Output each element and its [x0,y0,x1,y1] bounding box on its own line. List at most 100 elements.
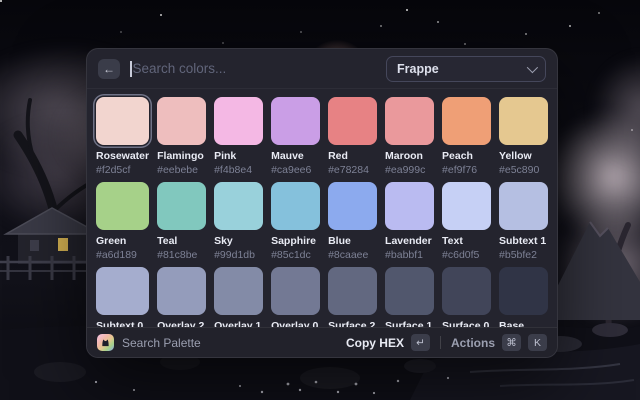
color-swatch[interactable] [442,97,491,145]
color-swatch[interactable] [385,97,434,145]
swatch-name: Flamingo [157,150,206,162]
cat-icon [99,336,112,349]
swatch-cell[interactable]: Red #e78284 [328,97,377,176]
swatch-cell[interactable]: Teal #81c8be [157,182,206,261]
swatch-name: Sky [214,235,263,247]
swatch-hex: #eebebe [157,164,206,176]
swatch-cell[interactable]: Peach #ef9f76 [442,97,491,176]
swatch-name: Sapphire [271,235,320,247]
swatch-name: Pink [214,150,263,162]
swatch-hex: #e78284 [328,164,377,176]
swatch-cell[interactable]: Yellow #e5c890 [499,97,548,176]
swatch-cell[interactable]: Text #c6d0f5 [442,182,491,261]
color-swatch[interactable] [157,267,206,315]
color-swatch[interactable] [96,267,149,315]
swatch-cell[interactable]: Pink #f4b8e4 [214,97,263,176]
back-arrow-icon: ← [103,62,115,76]
swatch-name: Blue [328,235,377,247]
color-swatch[interactable] [499,97,548,145]
swatch-cell[interactable]: Flamingo #eebebe [157,97,206,176]
command-key-icon: ⌘ [502,334,521,351]
swatch-name: Maroon [385,150,434,162]
color-swatch[interactable] [157,97,206,145]
color-swatch[interactable] [442,182,491,230]
swatch-grid: Rosewater #f2d5cf Flamingo #eebebe Pink #f4b8… [87,89,557,329]
swatch-cell[interactable]: Overlay 2 [157,267,206,329]
color-swatch[interactable] [499,182,548,230]
swatch-cell[interactable]: Maroon #ea999c [385,97,434,176]
swatch-cell[interactable]: Subtext 0 [96,267,149,329]
swatch-cell[interactable]: Base [499,267,548,329]
color-swatch[interactable] [96,97,149,145]
color-swatch[interactable] [214,267,263,315]
swatch-hex: #85c1dc [271,249,320,261]
color-swatch[interactable] [214,182,263,230]
flavor-dropdown-value: Frappe [397,62,439,76]
swatch-hex: #c6d0f5 [442,249,491,261]
color-swatch[interactable] [96,182,149,230]
swatch-name: Subtext 1 [499,235,548,247]
swatch-cell[interactable]: Surface 1 [385,267,434,329]
catppuccin-app-icon [97,334,114,351]
color-swatch[interactable] [157,182,206,230]
swatch-hex: #f2d5cf [96,164,149,176]
color-swatch[interactable] [385,267,434,315]
color-swatch[interactable] [271,267,320,315]
swatch-cell[interactable]: Mauve #ca9ee6 [271,97,320,176]
swatch-name: Text [442,235,491,247]
color-swatch[interactable] [214,97,263,145]
color-swatch[interactable] [328,182,377,230]
color-palette-window: ← Search colors... Frappe Rosewater #f2d5… [86,48,558,358]
color-swatch[interactable] [271,182,320,230]
copy-hex-button[interactable]: Copy HEX ↵ [346,334,430,351]
text-cursor [130,61,132,77]
swatch-hex: #8caaee [328,249,377,261]
swatch-hex: #a6d189 [96,249,149,261]
swatch-name: Red [328,150,377,162]
swatch-hex: #81c8be [157,249,206,261]
swatch-name: Yellow [499,150,548,162]
color-swatch[interactable] [328,267,377,315]
copy-hex-label: Copy HEX [346,336,404,350]
swatch-cell[interactable]: Overlay 1 [214,267,263,329]
app-name-label: Search Palette [122,336,201,350]
swatch-name: Mauve [271,150,320,162]
swatch-cell[interactable]: Lavender #babbf1 [385,182,434,261]
swatch-cell[interactable]: Rosewater #f2d5cf [96,97,149,176]
swatch-hex: #ea999c [385,164,434,176]
color-swatch[interactable] [328,97,377,145]
swatch-cell[interactable]: Surface 0 [442,267,491,329]
swatch-name: Peach [442,150,491,162]
swatch-hex: #f4b8e4 [214,164,263,176]
swatch-hex: #babbf1 [385,249,434,261]
swatch-hex: #ef9f76 [442,164,491,176]
window-footer: Search Palette Copy HEX ↵ Actions ⌘ K [87,327,557,357]
back-button[interactable]: ← [98,59,120,79]
k-key-icon: K [528,334,547,351]
swatch-hex: #ca9ee6 [271,164,320,176]
swatch-hex: #b5bfe2 [499,249,548,261]
swatch-cell[interactable]: Surface 2 [328,267,377,329]
swatch-cell[interactable]: Blue #8caaee [328,182,377,261]
swatch-cell[interactable]: Subtext 1 #b5bfe2 [499,182,548,261]
color-swatch[interactable] [442,267,491,315]
color-swatch[interactable] [385,182,434,230]
flavor-dropdown[interactable]: Frappe [386,56,546,82]
actions-button[interactable]: Actions ⌘ K [451,334,547,351]
swatch-cell[interactable]: Green #a6d189 [96,182,149,261]
color-swatch[interactable] [271,97,320,145]
swatch-cell[interactable]: Sky#99d1db [214,182,263,261]
search-input[interactable]: Search colors... [130,61,386,77]
swatch-name: Teal [157,235,206,247]
swatch-name: Lavender [385,235,434,247]
search-placeholder: Search colors... [133,61,227,76]
swatch-cell[interactable]: Sapphire #85c1dc [271,182,320,261]
color-swatch[interactable] [499,267,548,315]
swatch-cell[interactable]: Overlay 0 [271,267,320,329]
swatch-name: Green [96,235,149,247]
swatch-name: Rosewater [96,150,149,162]
swatch-hex: #e5c890 [499,164,548,176]
footer-divider [440,336,441,349]
actions-label: Actions [451,336,495,350]
window-header: ← Search colors... Frappe [87,49,557,89]
